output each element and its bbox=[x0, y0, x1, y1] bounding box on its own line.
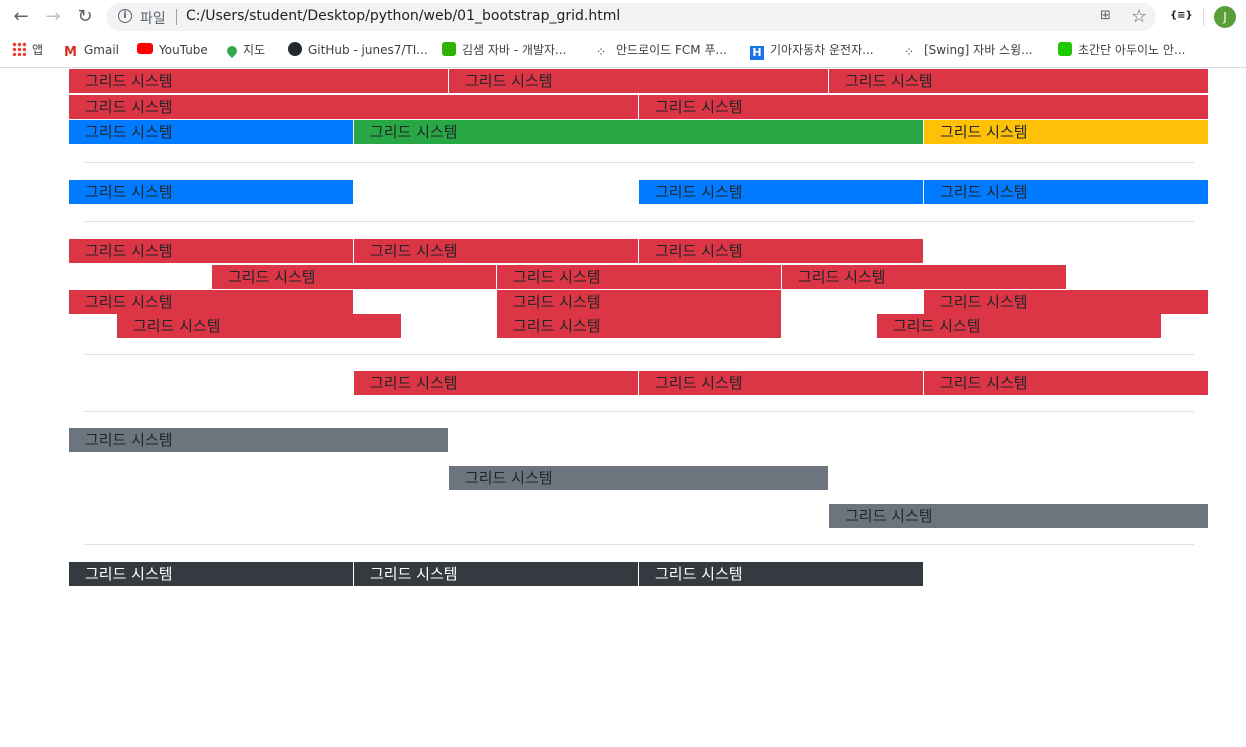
divider bbox=[84, 411, 1194, 412]
translate-icon[interactable]: ⊞ bbox=[1100, 8, 1111, 23]
maps-pin-icon bbox=[224, 43, 240, 59]
divider bbox=[84, 221, 1194, 222]
dots-icon: ⁘ bbox=[596, 45, 607, 59]
grid-cell: 그리드 시스템 bbox=[497, 290, 782, 314]
grid-cell: 그리드 시스템 bbox=[782, 265, 1067, 289]
grid-cell: 그리드 시스템 bbox=[829, 504, 1209, 528]
grid-cell: 그리드 시스템 bbox=[117, 314, 402, 338]
grid-cell: 그리드 시스템 bbox=[877, 314, 1162, 338]
grid-cell: 그리드 시스템 bbox=[69, 290, 354, 314]
info-icon[interactable]: i bbox=[118, 9, 132, 23]
grid-cell: 그리드 시스템 bbox=[449, 466, 829, 490]
bookmark-label: YouTube bbox=[159, 43, 208, 57]
profile-avatar[interactable]: J bbox=[1214, 6, 1236, 28]
scheme-label: 파일 bbox=[140, 11, 166, 27]
blog-icon bbox=[442, 42, 456, 56]
forward-arrow-icon[interactable]: → bbox=[42, 7, 64, 27]
bookmark-label: 초간단 아두이노 안... bbox=[1078, 43, 1186, 57]
divider bbox=[84, 544, 1194, 545]
bookmark-maps[interactable]: 지도 bbox=[224, 40, 266, 60]
address-bar[interactable]: i 파일 C:/Users/student/Desktop/python/web… bbox=[106, 3, 1156, 31]
bookmarks-bar: 앱 M Gmail YouTube 지도 GitHub - junes7/TI..… bbox=[0, 34, 1246, 68]
bookmark-youtube[interactable]: YouTube bbox=[137, 40, 208, 60]
grid-cell: 그리드 시스템 bbox=[639, 180, 924, 204]
reload-icon[interactable]: ↻ bbox=[74, 7, 96, 27]
grid-cell: 그리드 시스템 bbox=[69, 180, 354, 204]
toolbar-divider bbox=[1203, 8, 1204, 26]
page-content: 그리드 시스템 그리드 시스템 그리드 시스템 그리드 시스템 그리드 시스템 … bbox=[0, 68, 1246, 747]
bookmark-github[interactable]: GitHub - junes7/TI... bbox=[288, 40, 428, 60]
back-arrow-icon[interactable]: ← bbox=[10, 7, 32, 27]
github-icon bbox=[288, 42, 302, 56]
gmail-icon: M bbox=[64, 45, 77, 60]
grid-cell: 그리드 시스템 bbox=[449, 69, 829, 93]
browser-toolbar: ← → ↻ i 파일 C:/Users/student/Desktop/pyth… bbox=[0, 0, 1246, 34]
grid-cell: 그리드 시스템 bbox=[69, 239, 354, 263]
grid-cell: 그리드 시스템 bbox=[497, 314, 782, 338]
bookmark-kimsam-java[interactable]: 김샘 자바 - 개발자... bbox=[442, 40, 567, 60]
bookmark-android-fcm[interactable]: ⁘ 안드로이드 FCM 푸... bbox=[596, 40, 727, 60]
grid-cell: 그리드 시스템 bbox=[497, 265, 782, 289]
bookmark-label: GitHub - junes7/TI... bbox=[308, 43, 428, 57]
bookmark-label: [Swing] 자바 스윙... bbox=[924, 43, 1033, 57]
dots-icon: ⁘ bbox=[904, 45, 915, 59]
grid-cell: 그리드 시스템 bbox=[69, 562, 354, 586]
grid-cell: 그리드 시스템 bbox=[639, 371, 924, 395]
apps-grid-icon bbox=[12, 42, 26, 56]
youtube-icon bbox=[137, 43, 153, 54]
extension-icon[interactable]: {≡} bbox=[1170, 10, 1193, 21]
grid-cell: 그리드 시스템 bbox=[829, 69, 1209, 93]
kakao-icon bbox=[1058, 42, 1072, 56]
bookmark-arduino[interactable]: 초간단 아두이노 안... bbox=[1058, 40, 1185, 60]
grid-cell: 그리드 시스템 bbox=[639, 562, 924, 586]
grid-cell: 그리드 시스템 bbox=[69, 69, 449, 93]
bookmark-label: 지도 bbox=[243, 43, 266, 57]
grid-cell: 그리드 시스템 bbox=[639, 239, 924, 263]
h-icon: H bbox=[750, 46, 764, 60]
grid-cell: 그리드 시스템 bbox=[639, 95, 1209, 119]
bookmark-apps[interactable]: 앱 bbox=[12, 40, 43, 60]
grid-cell: 그리드 시스템 bbox=[69, 95, 639, 119]
bookmark-label: 기아자동차 운전자... bbox=[770, 43, 874, 57]
grid-cell: 그리드 시스템 bbox=[354, 371, 639, 395]
bookmark-kia[interactable]: H 기아자동차 운전자... bbox=[750, 40, 874, 60]
grid-cell: 그리드 시스템 bbox=[354, 120, 924, 144]
divider bbox=[84, 162, 1194, 163]
grid-cell: 그리드 시스템 bbox=[924, 180, 1209, 204]
omnibox-divider bbox=[176, 9, 177, 25]
grid-cell: 그리드 시스템 bbox=[69, 120, 354, 144]
grid-cell: 그리드 시스템 bbox=[924, 371, 1209, 395]
star-icon[interactable]: ☆ bbox=[1131, 6, 1147, 27]
bookmark-label: 앱 bbox=[32, 43, 44, 57]
grid-cell: 그리드 시스템 bbox=[924, 120, 1209, 144]
bookmark-swing[interactable]: ⁘ [Swing] 자바 스윙... bbox=[904, 40, 1033, 60]
bookmark-gmail[interactable]: M Gmail bbox=[64, 40, 119, 60]
url-text[interactable]: C:/Users/student/Desktop/python/web/01_b… bbox=[186, 8, 620, 24]
bookmark-label: Gmail bbox=[84, 43, 120, 57]
divider bbox=[84, 354, 1194, 355]
grid-cell: 그리드 시스템 bbox=[354, 562, 639, 586]
grid-cell: 그리드 시스템 bbox=[924, 290, 1209, 314]
grid-cell: 그리드 시스템 bbox=[69, 428, 449, 452]
grid-cell: 그리드 시스템 bbox=[212, 265, 497, 289]
bookmark-label: 김샘 자바 - 개발자... bbox=[462, 43, 567, 57]
bookmark-label: 안드로이드 FCM 푸... bbox=[616, 43, 727, 57]
grid-cell: 그리드 시스템 bbox=[354, 239, 639, 263]
